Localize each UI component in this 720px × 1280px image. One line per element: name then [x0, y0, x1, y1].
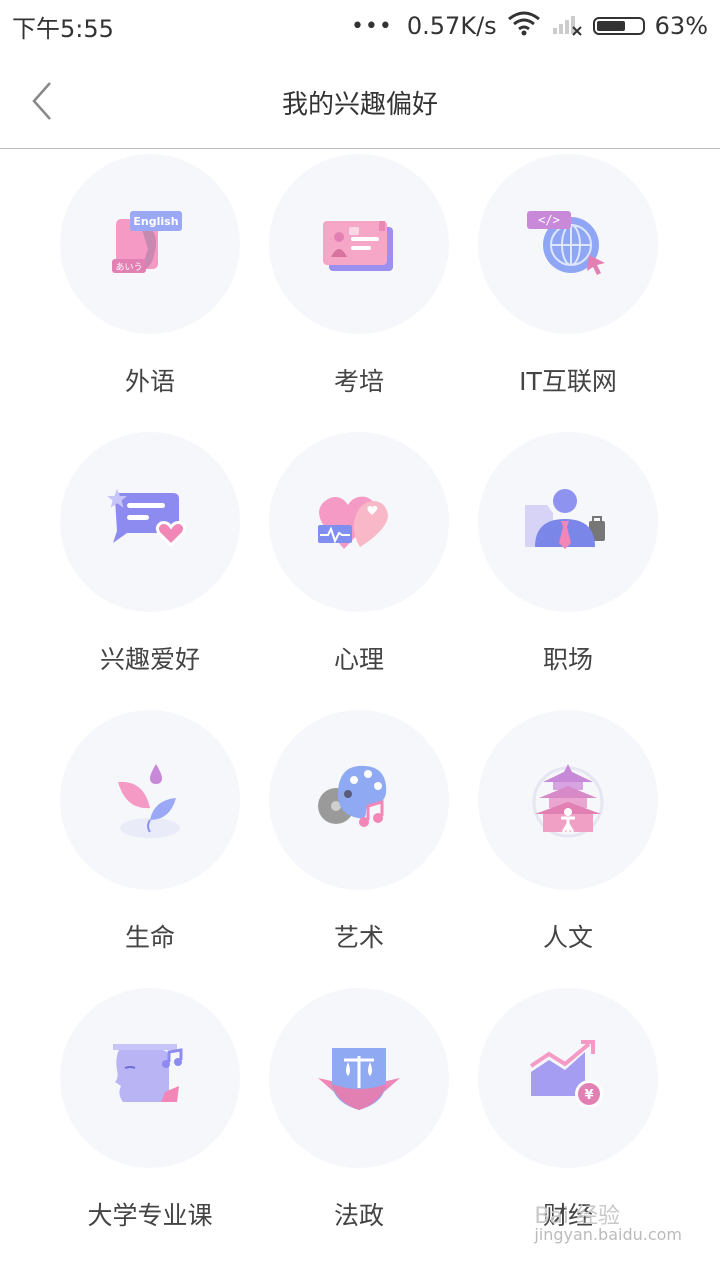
category-label: 外语	[124, 367, 175, 396]
category-label: 艺术	[333, 923, 384, 952]
svg-text:¥: ¥	[584, 1088, 593, 1103]
battery-fill	[596, 21, 625, 31]
category-university-courses[interactable]: 大学专业课	[50, 984, 250, 1254]
baidu-watermark: Bai 经验 jingyan.baidu.com	[534, 1204, 682, 1244]
status-bar: 下午5:55 ••• 0.57K/s 63%	[0, 0, 720, 52]
category-icon-circle	[269, 988, 449, 1168]
chat-heart-icon	[107, 488, 187, 548]
head-music-icon	[113, 1044, 183, 1102]
category-label: 考培	[333, 367, 384, 396]
category-icon-circle	[60, 988, 240, 1168]
category-label: 心理	[333, 645, 384, 674]
scales-shield-icon	[318, 1048, 400, 1110]
signal-off-icon	[551, 10, 583, 42]
status-indicators: ••• 0.57K/s 63%	[351, 10, 708, 42]
nav-bar: 我的兴趣偏好	[0, 52, 720, 149]
category-art[interactable]: 艺术	[259, 706, 459, 976]
watermark-logo-text: Bai 经验	[534, 1204, 621, 1229]
category-workplace[interactable]: 职场	[468, 428, 668, 698]
heart-pulse-icon	[318, 496, 388, 549]
wifi-icon	[507, 10, 541, 42]
category-icon-circle	[269, 432, 449, 612]
category-foreign-language[interactable]: English あいう 外语	[50, 150, 250, 420]
category-icon-circle	[269, 154, 449, 334]
more-dots: •••	[350, 13, 393, 39]
category-icon-circle: English あいう	[60, 154, 240, 334]
category-label: 兴趣爱好	[99, 645, 200, 674]
battery-percent: 63%	[654, 12, 708, 40]
id-card-icon	[323, 221, 393, 271]
category-icon-circle: ¥	[478, 988, 658, 1168]
category-label: 人文	[542, 923, 593, 952]
category-label: IT互联网	[519, 367, 617, 396]
page-title: 我的兴趣偏好	[281, 90, 438, 120]
svg-text:English: English	[133, 215, 178, 228]
pagoda-icon	[532, 764, 604, 838]
globe-code-icon: </>	[527, 211, 605, 275]
battery-icon	[592, 17, 645, 35]
category-icon-circle	[60, 710, 240, 890]
category-hobbies[interactable]: 兴趣爱好	[50, 428, 250, 698]
category-it-internet[interactable]: </> IT互联网	[468, 150, 668, 420]
category-icon-circle	[478, 432, 658, 612]
category-icon-circle	[60, 432, 240, 612]
leaf-drop-icon	[118, 764, 180, 838]
svg-text:</>: </>	[538, 213, 560, 227]
watermark-url: jingyan.baidu.com	[534, 1225, 682, 1244]
svg-text:あいう: あいう	[115, 262, 142, 273]
status-time: 下午5:55	[12, 14, 114, 43]
category-icon-circle: </>	[478, 154, 658, 334]
category-label: 法政	[333, 1201, 384, 1230]
chart-yuan-icon: ¥	[529, 1040, 603, 1108]
category-humanities[interactable]: 人文	[468, 706, 668, 976]
businessman-icon	[525, 489, 605, 549]
category-label: 生命	[124, 923, 175, 952]
category-icon-circle	[269, 710, 449, 890]
category-exam-training[interactable]: 考培	[259, 150, 459, 420]
category-life[interactable]: 生命	[50, 706, 250, 976]
network-speed: 0.57K/s	[406, 12, 497, 40]
palette-music-icon	[318, 765, 387, 827]
category-law-politics[interactable]: 法政	[259, 984, 459, 1254]
category-label: 大学专业课	[87, 1201, 213, 1230]
language-book-icon: English あいう	[112, 211, 182, 273]
category-label: 职场	[542, 645, 593, 674]
category-icon-circle	[478, 710, 658, 890]
category-psychology[interactable]: 心理	[259, 428, 459, 698]
